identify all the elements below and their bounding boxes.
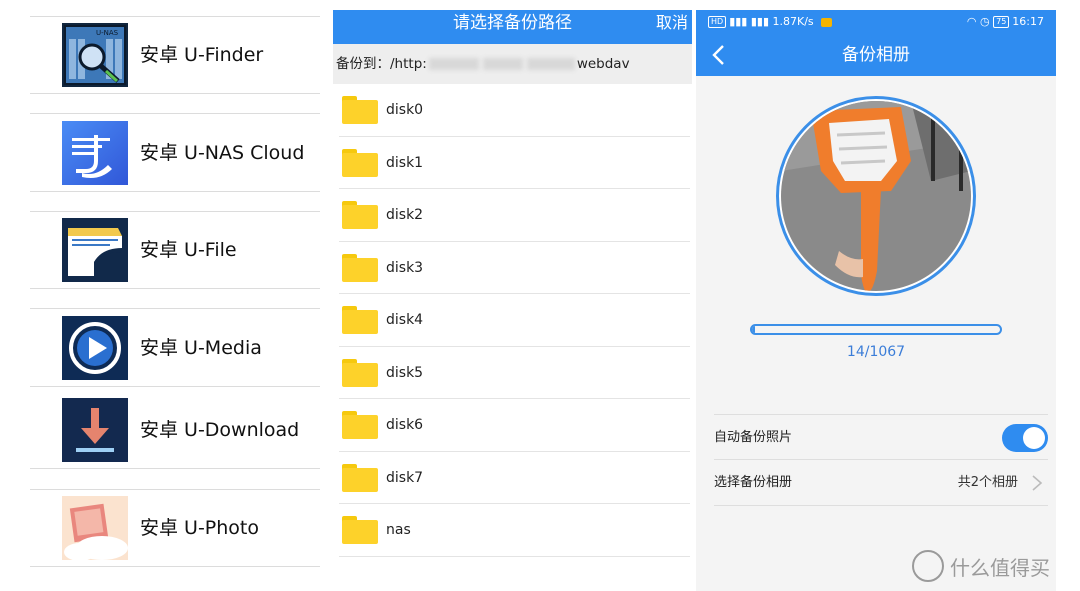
progress-fill (752, 326, 756, 333)
folder-item[interactable]: disk3 (339, 242, 690, 294)
status-bar: HD ▮▮▮ ▮▮▮ 1.87K/s ◠ ◷ 75 16:17 (696, 10, 1056, 34)
folder-icon (342, 148, 378, 177)
network-speed: 1.87K/s (772, 15, 814, 28)
folder-item[interactable]: disk6 (339, 399, 690, 452)
path-picker: 请选择备份路径 取消 备份到：/http: webdav disk0 disk1 … (333, 10, 692, 558)
folder-icon (342, 253, 378, 282)
app-label: 安卓 U-File (140, 239, 237, 261)
notification-icon (821, 17, 833, 27)
folder-icon (342, 96, 378, 124)
app-label: 安卓 U-Photo (140, 517, 260, 539)
picker-header: 请选择备份路径 取消 (333, 10, 692, 44)
choose-album-label: 选择备份相册 (714, 475, 793, 490)
u-download-icon (62, 398, 128, 462)
cancel-button[interactable]: 取消 (656, 10, 688, 36)
alarm-icon: ◷ (980, 15, 990, 28)
folder-name: disk5 (386, 364, 424, 381)
app-row-u-finder[interactable]: U-NAS 安卓 U-Finder (30, 16, 320, 94)
redacted-text (428, 58, 479, 70)
folder-name: disk0 (386, 102, 424, 118)
app-badge-text: U-NAS (96, 29, 119, 37)
app-row-u-photo[interactable]: 安卓 U-Photo (30, 489, 320, 567)
u-photo-icon (62, 496, 128, 560)
folder-name: disk1 (386, 154, 424, 171)
folder-icon (342, 411, 378, 439)
app-label: 安卓 U-Media (140, 337, 262, 359)
folder-name: disk3 (386, 259, 424, 276)
redacted-text (526, 58, 575, 70)
app-row-u-media[interactable]: 安卓 U-Media (30, 309, 320, 387)
backup-settings: 自动备份照片 选择备份相册 共2个相册 (714, 414, 1048, 506)
path-suffix: webdav (576, 56, 630, 72)
folder-item[interactable]: disk0 (339, 84, 690, 137)
folder-icon (342, 201, 378, 229)
app-bar: 备份相册 (696, 34, 1056, 76)
watermark-text: 什么值得买 (950, 556, 1050, 580)
redacted-text (482, 58, 523, 70)
headset-icon: ◠ (966, 15, 977, 28)
folder-name: disk4 (386, 312, 424, 328)
backup-path: 备份到：/http: webdav (333, 44, 692, 84)
choose-album-row[interactable]: 选择备份相册 共2个相册 (714, 460, 1048, 506)
smzdm-logo-icon (912, 550, 944, 582)
chevron-right-icon (1032, 475, 1043, 491)
app-row-u-nas-cloud[interactable]: 安卓 U-NAS Cloud (30, 114, 320, 192)
path-prefix: 备份到：/http: (336, 56, 427, 72)
folder-item[interactable]: nas (339, 504, 690, 557)
page-title: 备份相册 (842, 45, 910, 65)
folder-icon (342, 358, 378, 387)
folder-icon (342, 516, 378, 544)
app-label: 安卓 U-Finder (140, 44, 264, 66)
app-label: 安卓 U-NAS Cloud (140, 142, 305, 164)
backup-album-screen: HD ▮▮▮ ▮▮▮ 1.87K/s ◠ ◷ 75 16:17 备份相册 14/… (696, 10, 1056, 591)
folder-name: disk2 (386, 207, 424, 223)
folder-icon (342, 306, 378, 334)
status-right: ◠ ◷ 75 16:17 (967, 10, 1044, 34)
folder-icon (342, 463, 378, 492)
folder-item[interactable]: disk1 (339, 137, 690, 189)
app-row-u-file[interactable]: 安卓 U-File (30, 211, 320, 289)
folder-item[interactable]: disk7 (339, 452, 690, 504)
app-row-u-download[interactable]: 安卓 U-Download (30, 391, 320, 469)
progress-count: 14/1067 (846, 344, 906, 360)
hd-badge: HD (708, 16, 727, 28)
folder-name: disk6 (386, 417, 424, 433)
folder-item[interactable]: disk5 (339, 347, 690, 399)
u-file-icon (62, 218, 128, 282)
u-nas-cloud-icon (62, 121, 128, 185)
u-media-icon (62, 316, 128, 380)
auto-backup-toggle[interactable] (1002, 424, 1048, 452)
app-label: 安卓 U-Download (140, 419, 300, 441)
folder-name: nas (386, 522, 411, 538)
backup-progress-bar (750, 324, 1002, 335)
watermark: 什么值得买 (912, 548, 1072, 582)
battery-icon: 75 (993, 16, 1010, 28)
app-list: U-NAS 安卓 U-Finder 安卓 U-NAS Cloud 安卓 U-Fi… (30, 0, 320, 591)
current-photo (776, 96, 976, 296)
clock: 16:17 (1012, 15, 1044, 28)
signal-icon: ▮▮▮ ▮▮▮ (729, 15, 773, 28)
auto-backup-row[interactable]: 自动备份照片 (714, 414, 1048, 460)
auto-backup-label: 自动备份照片 (714, 430, 793, 445)
thumbs-up-photo (781, 101, 971, 291)
picker-title: 请选择备份路径 (453, 13, 572, 33)
u-finder-icon: U-NAS (62, 23, 128, 87)
folder-item[interactable]: disk2 (339, 189, 690, 242)
status-left: HD ▮▮▮ ▮▮▮ 1.87K/s (708, 10, 833, 34)
folder-item[interactable]: disk4 (339, 294, 690, 347)
folder-name: disk7 (386, 469, 424, 486)
album-count: 共2个相册 (957, 475, 1018, 490)
